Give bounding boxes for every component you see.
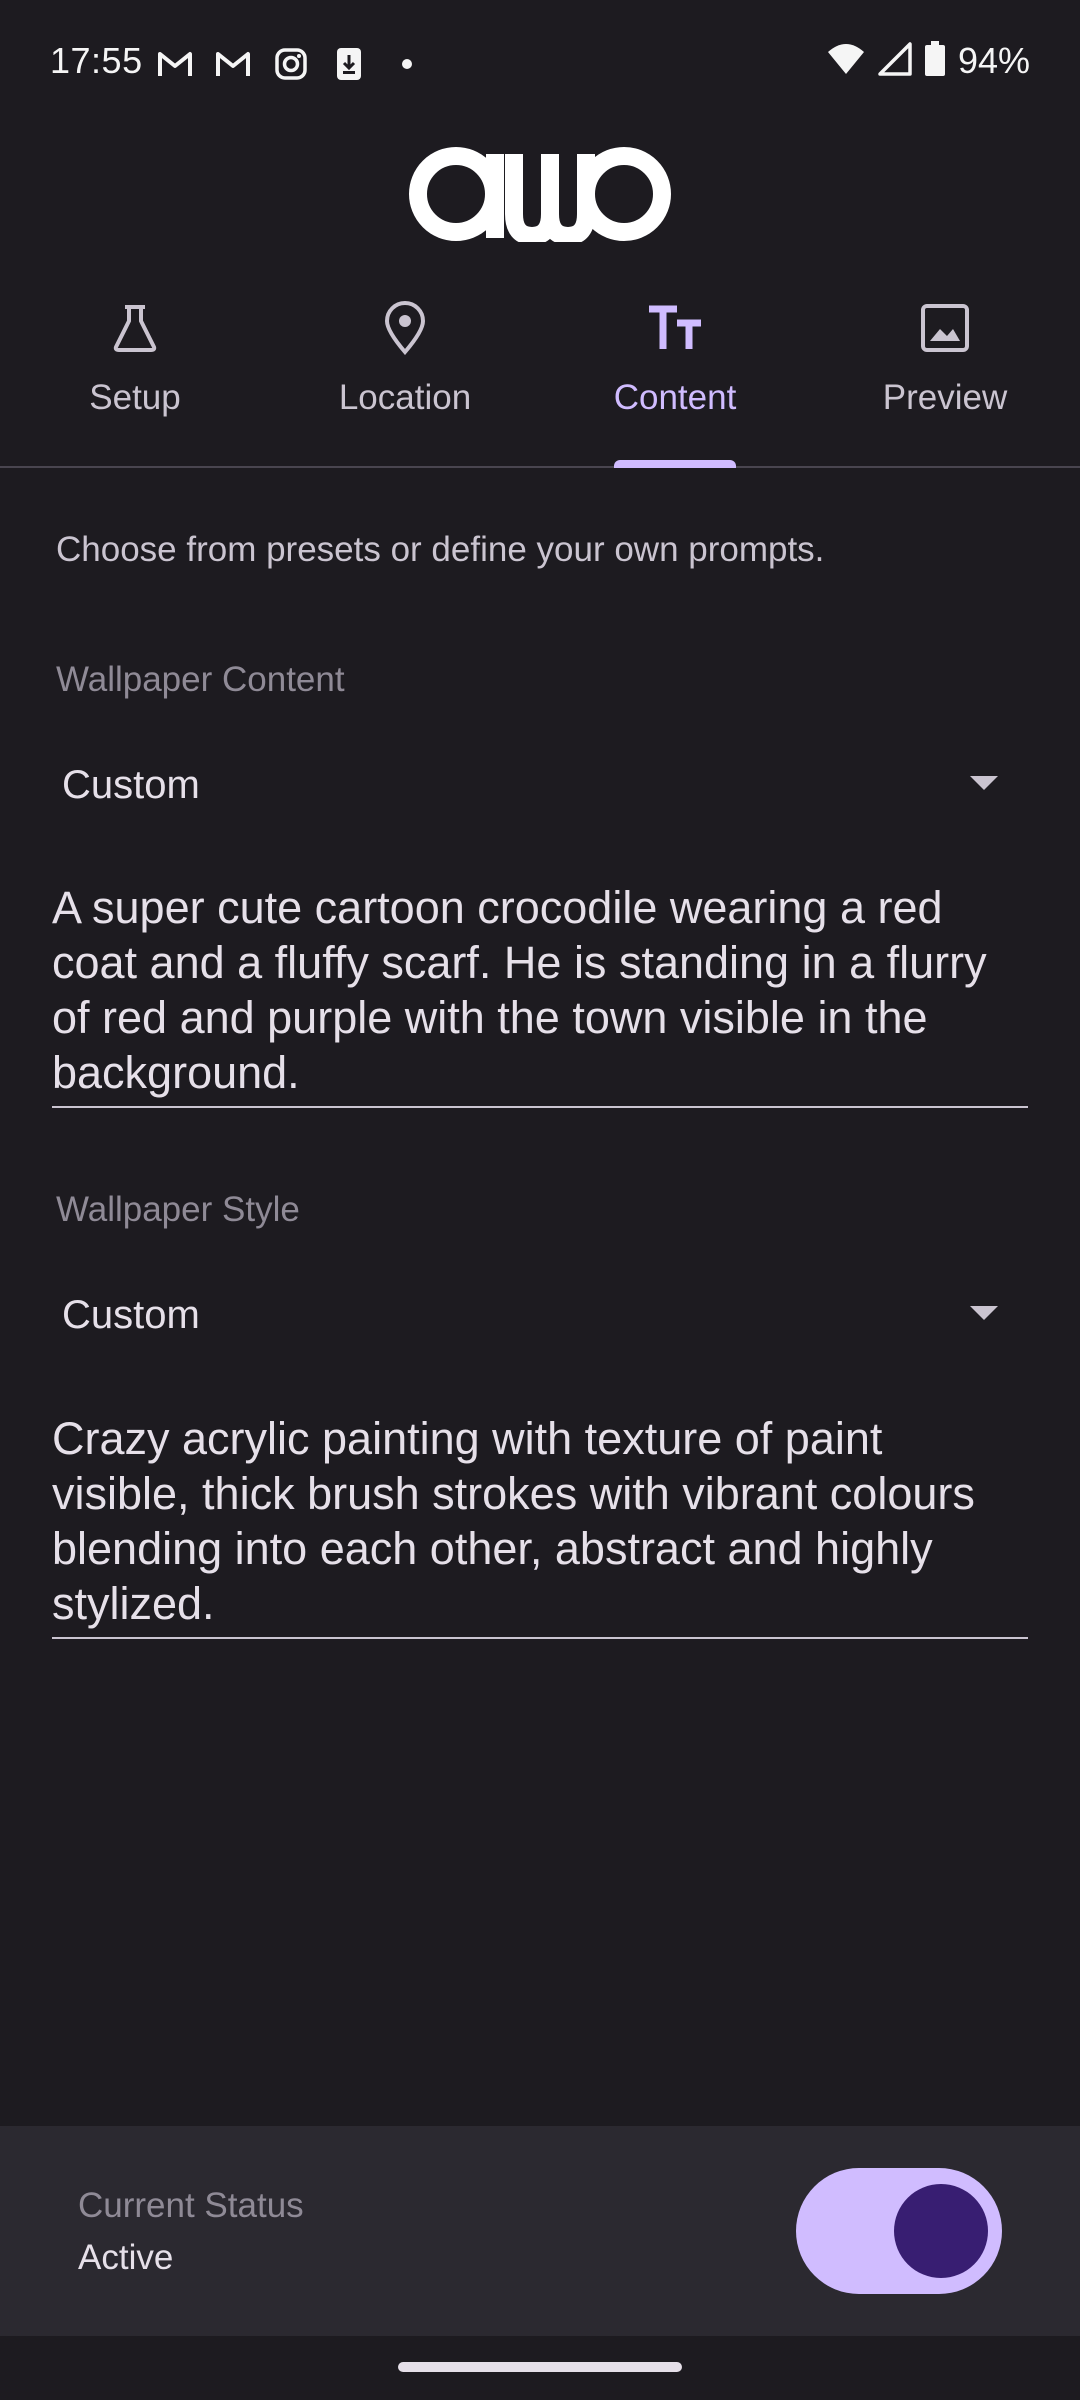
location-pin-icon	[377, 300, 433, 356]
tab-label: Content	[613, 378, 737, 417]
notification-icons	[156, 46, 426, 82]
dropdown-value: Custom	[62, 762, 200, 807]
image-icon	[917, 300, 973, 356]
wallpaper-style-dropdown[interactable]: Custom	[52, 1270, 1012, 1360]
wallpaper-content-label: Wallpaper Content	[56, 660, 345, 699]
app-logo	[408, 146, 672, 246]
app-screen: 17:55 94% Setup Location Content Preview…	[0, 0, 1080, 2400]
status-toggle[interactable]	[796, 2168, 1002, 2294]
current-status-title: Current Status	[78, 2186, 304, 2225]
flask-icon	[107, 300, 163, 356]
active-tab-indicator	[614, 460, 736, 468]
intro-text: Choose from presets or define your own p…	[56, 530, 825, 569]
wallpaper-content-dropdown[interactable]: Custom	[52, 740, 1012, 830]
dropdown-arrow-icon	[970, 1306, 998, 1320]
tab-label: Setup	[89, 378, 181, 417]
gmail-icon	[214, 46, 252, 82]
download-icon	[330, 46, 368, 82]
home-gesture-handle[interactable]	[398, 2362, 682, 2372]
tab-label: Location	[338, 378, 472, 417]
toggle-knob	[894, 2184, 988, 2278]
current-status-value: Active	[78, 2238, 174, 2277]
tab-setup[interactable]: Setup	[0, 290, 270, 466]
status-time: 17:55	[50, 40, 143, 81]
wifi-icon	[826, 42, 866, 81]
dot-icon	[388, 46, 426, 82]
instagram-icon	[272, 46, 310, 82]
dropdown-arrow-icon	[970, 776, 998, 790]
tab-content[interactable]: Content	[540, 290, 810, 468]
tab-preview[interactable]: Preview	[810, 290, 1080, 466]
gmail-icon	[156, 46, 194, 82]
wallpaper-content-prompt[interactable]: A super cute cartoon crocodile wearing a…	[52, 880, 1028, 1108]
tab-location[interactable]: Location	[270, 290, 540, 466]
tab-bar: Setup Location Content Preview	[0, 290, 1080, 468]
text-icon	[647, 300, 703, 356]
status-bar: 17:55 94%	[0, 0, 1080, 128]
signal-icon	[878, 41, 912, 81]
battery-percentage: 94%	[957, 40, 1030, 81]
dropdown-value: Custom	[62, 1292, 200, 1337]
wallpaper-style-label: Wallpaper Style	[56, 1190, 300, 1229]
current-status-panel: Current Status Active	[0, 2126, 1080, 2336]
tab-label: Preview	[882, 378, 1008, 417]
system-icons: 94%	[826, 40, 1030, 82]
battery-icon	[924, 40, 946, 82]
wallpaper-style-prompt[interactable]: Crazy acrylic painting with texture of p…	[52, 1411, 1028, 1639]
